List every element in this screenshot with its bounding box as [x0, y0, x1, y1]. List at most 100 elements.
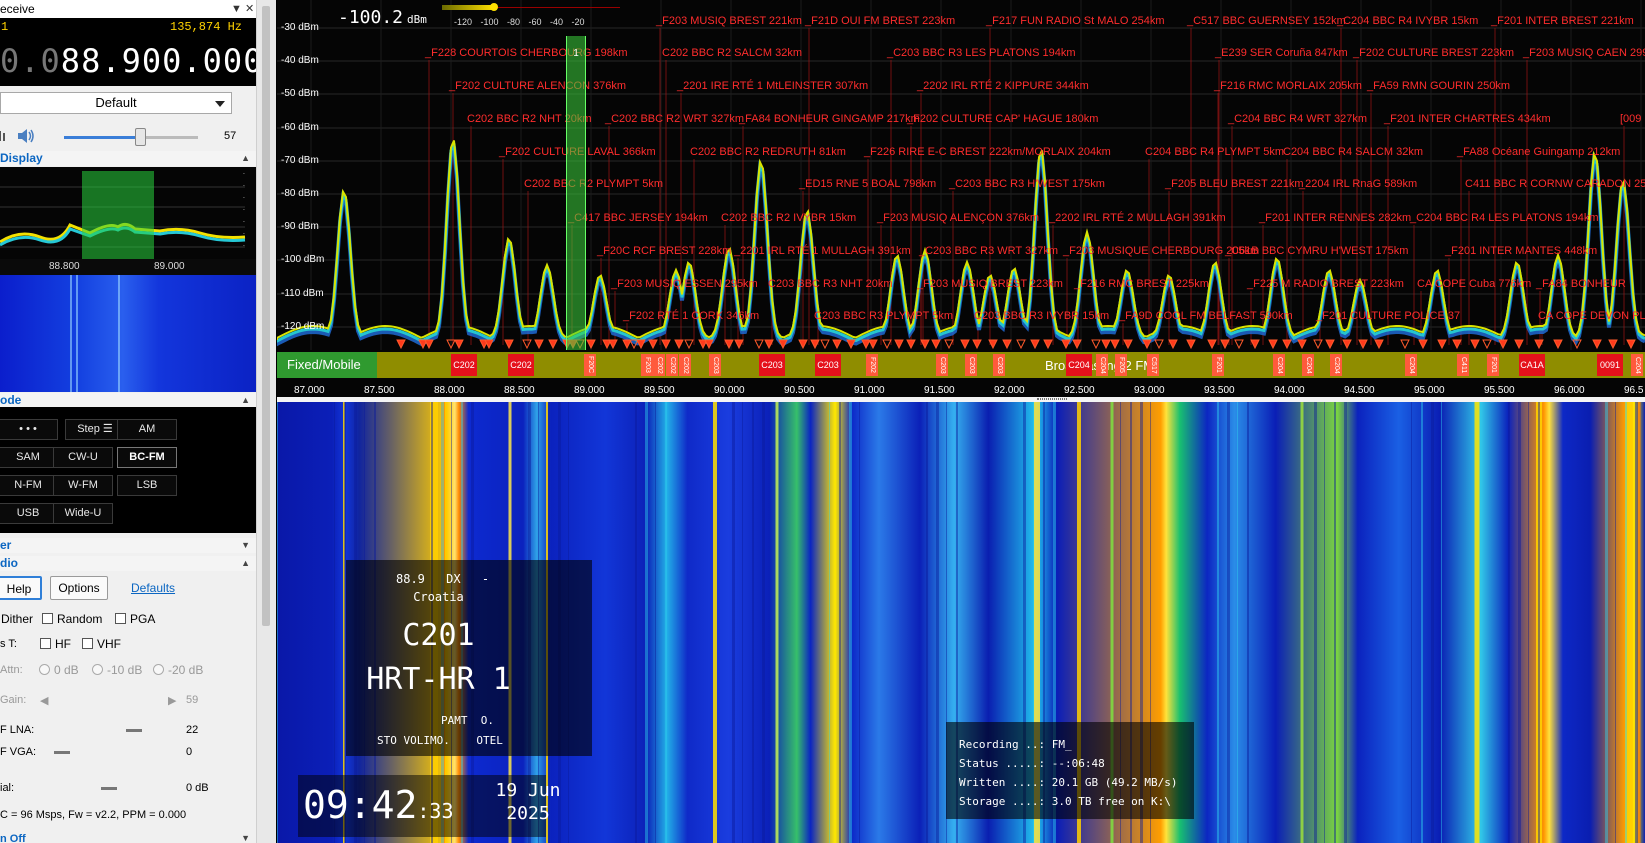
checkbox-box[interactable]: [40, 638, 51, 649]
band-tag[interactable]: F20C: [584, 354, 596, 376]
station-label[interactable]: _F202 CULTURE ALENCON 376km: [449, 80, 626, 92]
station-label[interactable]: _C204 BBC R4 LES PLATONS 194km: [1410, 212, 1599, 224]
station-label[interactable]: _F217 FUN RADIO St MALO 254km: [986, 15, 1165, 27]
band-plan-bar[interactable]: [277, 352, 1645, 378]
band-tag[interactable]: C204: [1273, 354, 1285, 376]
station-label[interactable]: C203 BBC R3 NHT 20km: [768, 278, 893, 290]
mode-button-more[interactable]: • • •: [0, 419, 58, 440]
mode-button-sam[interactable]: SAM: [0, 447, 58, 468]
dither-checkbox[interactable]: Dither: [1, 612, 33, 626]
station-label[interactable]: _F202 RTÉ 1 CORK 346km: [623, 310, 759, 322]
vga-slider[interactable]: [54, 751, 70, 754]
radio-section-header[interactable]: dio ▲: [0, 556, 256, 571]
display-section-header[interactable]: Display ▲: [0, 151, 256, 166]
mode-button-wide-u[interactable]: Wide-U: [53, 503, 113, 524]
options-button[interactable]: Options: [50, 576, 108, 600]
band-tag[interactable]: F202: [866, 354, 878, 376]
scrollbar-thumb[interactable]: [262, 6, 270, 626]
band-tag[interactable]: C202: [451, 354, 477, 376]
mode-button-lsb[interactable]: LSB: [117, 475, 177, 496]
attn-10db-radio[interactable]: -10 dB: [92, 663, 142, 677]
station-label[interactable]: _F202 CULTURE BREST 223km: [1353, 47, 1514, 59]
band-tag[interactable]: C203: [759, 354, 785, 376]
band-tag[interactable]: C204: [1631, 354, 1643, 376]
gain-right-arrow-icon[interactable]: ▶: [168, 694, 176, 707]
station-label[interactable]: _C202 BBC R2 WRT 327km: [605, 113, 744, 125]
panel-scrollbar[interactable]: [256, 0, 276, 843]
station-label[interactable]: _FA9D COOL FM BELFAST 590km: [1119, 310, 1293, 322]
band-tag[interactable]: 0091: [1597, 354, 1623, 376]
station-label[interactable]: _C204 BBC R4 WRT 327km: [1228, 113, 1367, 125]
station-label[interactable]: _C204 BBC R4 IVYBR 15km: [1337, 15, 1478, 27]
band-tag[interactable]: C204: [1405, 354, 1417, 376]
station-label[interactable]: _FA59 RMN GOURIN 250km: [1367, 80, 1510, 92]
band-tag[interactable]: C203: [936, 354, 948, 376]
band-tag[interactable]: F205: [1115, 354, 1127, 376]
station-label[interactable]: _F201 INTER CHARTRES 434km: [1384, 113, 1551, 125]
mode-button-cw-u[interactable]: CW-U: [53, 447, 113, 468]
station-label[interactable]: CA COPE DEVON PL: [1538, 310, 1645, 322]
mode-button-w-fm[interactable]: W-FM: [53, 475, 113, 496]
help-button[interactable]: Help: [0, 576, 42, 600]
mini-channel-highlight[interactable]: [82, 171, 154, 259]
station-label[interactable]: C202 BBC R2 SALCM 32km: [662, 47, 802, 59]
pga-checkbox[interactable]: PGA: [115, 612, 155, 626]
band-tag[interactable]: C202: [679, 354, 691, 376]
station-label[interactable]: _C203 BBC R3 LES PLATONS 194km: [887, 47, 1076, 59]
filter-section-header[interactable]: er ▼: [0, 538, 256, 553]
mode-button-n-fm[interactable]: N-FM: [0, 475, 58, 496]
station-label[interactable]: _C417 BBC JERSEY 194km: [568, 212, 708, 224]
station-label[interactable]: _FA88 Océane Guingamp 212km: [1457, 146, 1620, 158]
band-tag[interactable]: CA1A: [1519, 354, 1545, 376]
station-label[interactable]: _FA84 BONHEUR GINGAMP 217km: [739, 113, 920, 125]
station-label[interactable]: _F226 RIRE E-C BREST 222km/MORLAIX 204km: [864, 146, 1111, 158]
checkbox-box[interactable]: [115, 613, 126, 624]
close-icon[interactable]: ✕: [245, 0, 254, 18]
station-label[interactable]: C203 BBC R3 IVYBR 15km: [974, 310, 1109, 322]
station-label[interactable]: _F203 MUSIQ CAEN 299: [1523, 47, 1645, 59]
station-label[interactable]: _F203 MUSIQ ALENÇON 376km: [877, 212, 1039, 224]
band-tag[interactable]: C202: [508, 354, 534, 376]
band-tag[interactable]: C203: [709, 354, 721, 376]
station-label[interactable]: _F20C RCF BREST 228km: [597, 245, 731, 257]
station-label[interactable]: _F203 MUSIQ BREST 223km: [917, 278, 1063, 290]
station-label[interactable]: _E239 SER Coruña 847km: [1215, 47, 1348, 59]
station-label[interactable]: _2202 IRL RTÉ 2 MULLAGH 391km: [1049, 212, 1226, 224]
station-label[interactable]: C203 BBC R3 PLYMPT 5km: [814, 310, 953, 322]
station-label[interactable]: _F202 CULTURE CAP' HAGUE 180km: [907, 113, 1098, 125]
station-label[interactable]: C202 BBC R2 PLYMPT 5km: [524, 178, 663, 190]
collapse-icon[interactable]: ▲: [241, 556, 250, 571]
station-label[interactable]: _2202 IRL RTÉ 2 KIPPURE 344km: [917, 80, 1089, 92]
radio-circle[interactable]: [39, 664, 50, 675]
volume-knob[interactable]: [135, 128, 147, 146]
station-label[interactable]: _F216 RMC BREST 225km: [1074, 278, 1209, 290]
station-label[interactable]: _F201 CULTURE POLICE 37: [1316, 310, 1460, 322]
main-frequency[interactable]: 0.088.900.000: [0, 42, 256, 80]
channel-marker[interactable]: 1: [566, 36, 586, 350]
mode-section-header[interactable]: ode ▲: [0, 393, 256, 408]
splitter-grip[interactable]: [1037, 398, 1067, 400]
station-label[interactable]: _C517 BBC GUERNSEY 152km: [1187, 15, 1346, 27]
mode-button-bc-fm[interactable]: BC-FM: [117, 447, 177, 468]
station-label[interactable]: _F201 INTER BREST 221km: [1491, 15, 1634, 27]
station-label[interactable]: _C61B BBC CYMRU H'WEST 175km: [1225, 245, 1408, 257]
mini-display[interactable]: - - - - - - - 88.800 89.000: [0, 167, 256, 392]
attn-0db-radio[interactable]: 0 dB: [39, 663, 79, 677]
station-label[interactable]: _FA84 BONHEUR: [1536, 278, 1626, 290]
station-label[interactable]: C202 BBC R2 IVYBR 15km: [721, 212, 856, 224]
station-label[interactable]: _2201 IRE RTÉ 1 MtLEINSTER 307km: [677, 80, 868, 92]
checkbox-box[interactable]: [42, 613, 53, 624]
vhf-checkbox[interactable]: VHF: [82, 637, 121, 651]
random-checkbox[interactable]: Random: [42, 612, 102, 626]
mode-button-am[interactable]: AM: [117, 419, 177, 440]
station-label[interactable]: _C203 BBC R3 H'WEST 175km: [949, 178, 1105, 190]
band-tag[interactable]: C202: [653, 354, 665, 376]
mini-spectrum[interactable]: - - - - - - -: [0, 167, 256, 259]
waterfall-display[interactable]: 88.9 DX - Croatia C201 HRT-HR 1 PAMT O. …: [277, 402, 1645, 843]
band-tag[interactable]: C411: [1457, 354, 1469, 376]
equalizer-icon[interactable]: [0, 129, 8, 143]
station-label[interactable]: _F205 BLEU BREST 221km: [1165, 178, 1304, 190]
band-tag[interactable]: F203: [641, 354, 653, 376]
station-label[interactable]: _F225 M RADIO BREST 223km: [1247, 278, 1404, 290]
radio-circle[interactable]: [92, 664, 103, 675]
